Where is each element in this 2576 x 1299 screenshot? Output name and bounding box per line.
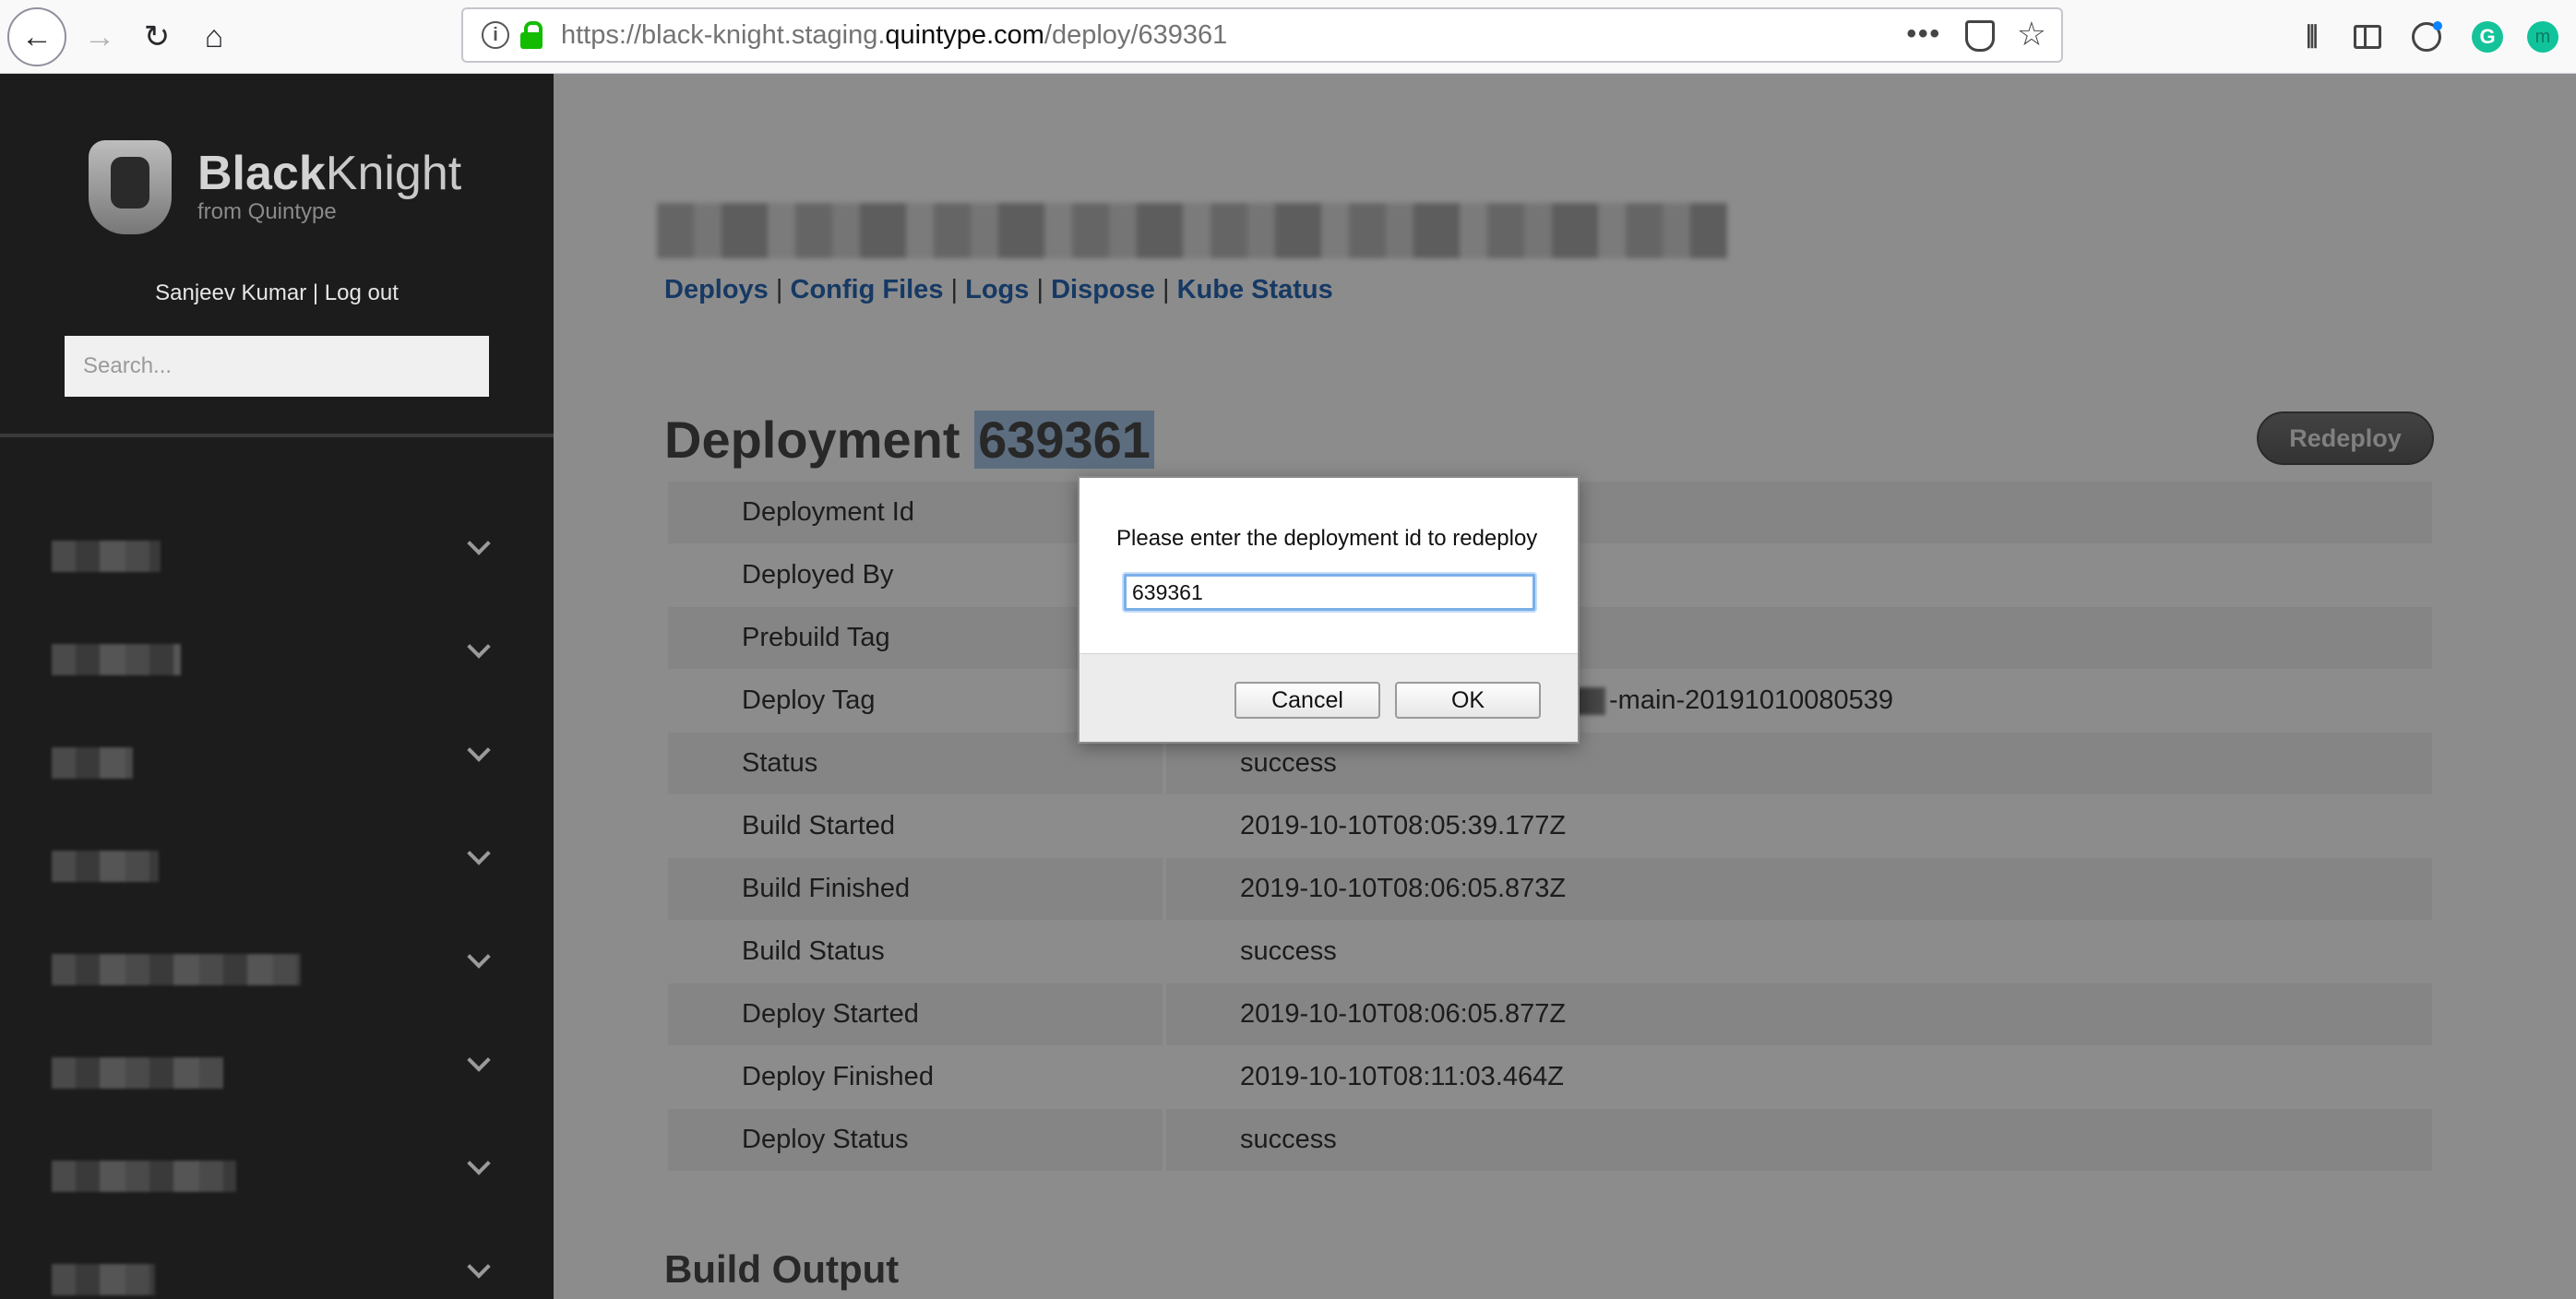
sidebar-nav-item[interactable]	[0, 507, 554, 611]
user-links-separator: |	[312, 280, 319, 305]
info-icon[interactable]: i	[482, 21, 509, 49]
url-prefix: https://black-knight.staging.	[561, 19, 886, 50]
browser-toolbar: ← → ↻ ⌂ i https://black-knight.staging.q…	[0, 0, 2576, 74]
sidebar-nav-label-redacted	[52, 954, 301, 985]
redeploy-prompt-dialog: Please enter the deployment id to redepl…	[1078, 476, 1580, 744]
forward-button[interactable]: →	[70, 7, 129, 66]
sidebar-nav-item[interactable]	[0, 611, 554, 714]
chevron-down-icon[interactable]	[467, 638, 491, 662]
arrow-left-icon: ←	[21, 18, 53, 54]
ok-button[interactable]: OK	[1395, 682, 1541, 719]
grammarly-icon[interactable]: G	[2469, 18, 2506, 55]
user-links: Sanjeev Kumar | Log out	[0, 280, 554, 306]
sidebar-nav-item[interactable]	[0, 921, 554, 1024]
sidebar: BlackKnight from Quintype Sanjeev Kumar …	[0, 74, 554, 1299]
lock-icon[interactable]	[520, 21, 543, 49]
chevron-down-icon[interactable]	[467, 948, 491, 972]
logout-link[interactable]: Log out	[325, 280, 399, 305]
reload-icon: ↻	[143, 19, 171, 54]
url-bar[interactable]: i https://black-knight.staging.quintype.…	[461, 7, 2063, 63]
logo[interactable]: BlackKnight from Quintype	[89, 140, 461, 234]
sidebar-nav-label-redacted	[52, 644, 181, 675]
library-icon[interactable]: ⫼	[2294, 18, 2331, 55]
sidebar-toggle-icon[interactable]	[2349, 18, 2386, 55]
bookmark-star-icon[interactable]: ☆	[2017, 15, 2046, 54]
sidebar-nav-label-redacted	[52, 541, 161, 572]
cancel-button[interactable]: Cancel	[1234, 682, 1380, 719]
chevron-down-icon[interactable]	[467, 1258, 491, 1282]
chevron-down-icon[interactable]	[467, 742, 491, 766]
account-icon[interactable]	[2408, 18, 2445, 55]
pocket-icon[interactable]	[1965, 20, 1995, 52]
reload-button[interactable]: ↻	[127, 7, 186, 66]
logo-title-light: Knight	[325, 147, 462, 200]
sidebar-nav-item[interactable]	[0, 1231, 554, 1299]
logo-title: BlackKnight	[197, 149, 461, 197]
sidebar-nav-label-redacted	[52, 1057, 223, 1089]
sidebar-nav-label-redacted	[52, 747, 133, 779]
url-text[interactable]: https://black-knight.staging.quintype.co…	[561, 20, 1227, 51]
sidebar-nav-item[interactable]	[0, 714, 554, 817]
chevron-down-icon[interactable]	[467, 535, 491, 559]
chevron-down-icon[interactable]	[467, 1155, 491, 1179]
url-domain: quintype.com	[885, 19, 1044, 50]
dialog-message: Please enter the deployment id to redepl…	[1116, 526, 1538, 551]
user-name-link[interactable]: Sanjeev Kumar	[155, 280, 306, 305]
sidebar-nav-item[interactable]	[0, 1127, 554, 1231]
logo-mark-icon	[89, 140, 172, 234]
search-input[interactable]	[65, 336, 489, 397]
deployment-id-input[interactable]	[1124, 574, 1535, 611]
logo-text: BlackKnight from Quintype	[197, 149, 461, 225]
extension-m-icon[interactable]: m	[2524, 18, 2561, 55]
arrow-right-icon: →	[84, 18, 115, 54]
dialog-footer: Cancel OK	[1079, 653, 1578, 742]
sidebar-divider	[0, 434, 554, 437]
home-icon: ⌂	[204, 18, 224, 54]
sidebar-nav-label-redacted	[52, 1161, 236, 1192]
sidebar-nav-item[interactable]	[0, 1024, 554, 1127]
sidebar-nav-label-redacted	[52, 1264, 155, 1295]
logo-title-bold: Black	[197, 147, 326, 200]
sidebar-nav-label-redacted	[52, 851, 159, 882]
home-button[interactable]: ⌂	[185, 7, 244, 66]
page-actions-icon[interactable]: •••	[1906, 18, 1941, 50]
chevron-down-icon[interactable]	[467, 845, 491, 869]
back-button[interactable]: ←	[7, 7, 66, 66]
sidebar-nav-item[interactable]	[0, 817, 554, 921]
chevron-down-icon[interactable]	[467, 1052, 491, 1076]
logo-subtitle: from Quintype	[197, 199, 337, 224]
url-path: /deploy/639361	[1044, 19, 1228, 50]
